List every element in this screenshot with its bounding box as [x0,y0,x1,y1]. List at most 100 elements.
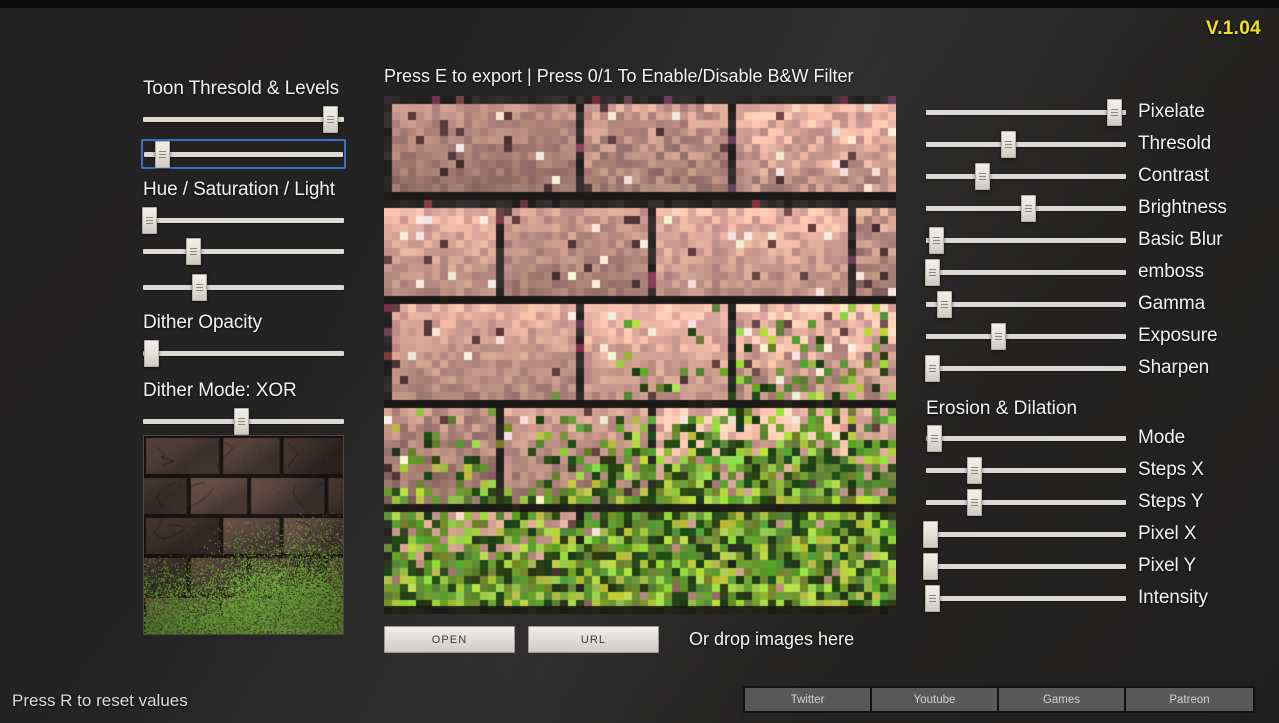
erosion-label: Steps X [1138,459,1204,480]
slider-track [143,285,344,290]
social-twitter-button[interactable]: Twitter [745,688,872,711]
slider-track [926,564,1126,569]
hue-slider[interactable] [142,207,344,234]
dither-opacity-slider[interactable] [143,340,344,367]
slider-handle[interactable] [927,425,942,452]
slider-handle[interactable] [967,457,982,484]
contrast-slider[interactable] [926,163,1126,190]
erosion-row-pixel-x: Pixel X [923,518,1266,550]
hsl-section-title: Hue / Saturation / Light [143,179,335,200]
filter-label: Pixelate [1138,101,1205,122]
steps-y-slider[interactable] [926,489,1126,516]
slider-track [926,174,1126,179]
intensity-slider[interactable] [925,585,1126,612]
pixel-x-slider[interactable] [923,521,1126,548]
sharpen-slider[interactable] [925,355,1126,382]
image-source-buttons: OPEN URL Or drop images here [384,626,854,653]
slider-track [926,468,1126,473]
erosion-dilation-title: Erosion & Dilation [926,398,1078,419]
slider-handle[interactable] [186,238,202,265]
pixel-y-slider[interactable] [923,553,1126,580]
slider-handle[interactable] [925,585,940,612]
reset-hint-text: Press R to reset values [12,691,188,710]
slider-handle[interactable] [1107,99,1122,126]
erosion-label: Pixel X [1138,523,1197,544]
slider-track [143,218,344,223]
filter-row-exposure: Exposure [926,320,1266,352]
slider-handle[interactable] [192,274,208,301]
filter-row-gamma: Gamma [926,288,1266,320]
slider-track [926,334,1126,339]
slider-track [926,302,1126,307]
slider-track [926,500,1126,505]
preview-canvas [384,96,896,614]
slider-handle[interactable] [142,207,158,234]
social-youtube-button[interactable]: Youtube [872,688,999,711]
social-patreon-button[interactable]: Patreon [1126,688,1253,711]
url-button[interactable]: URL [528,626,659,653]
slider-track [143,117,344,122]
filter-label: Sharpen [1138,357,1210,378]
exposure-slider[interactable] [926,323,1126,350]
brightness-slider[interactable] [926,195,1126,222]
erosion-row-mode: Mode [926,422,1266,454]
filter-row-thresold: Thresold [926,128,1266,160]
slider-handle[interactable] [1001,131,1016,158]
filter-label: Exposure [1138,325,1218,346]
slider-track [926,366,1126,371]
filter-label: Basic Blur [1138,229,1223,250]
dither-opacity-title: Dither Opacity [143,312,262,333]
slider-handle[interactable] [923,521,938,548]
slider-handle[interactable] [975,163,990,190]
filter-row-pixelate: Pixelate [926,96,1266,128]
dither-mode-slider[interactable] [143,408,344,435]
right-controls-panel: Pixelate Thresold Contrast Brightness Ba… [923,96,1266,614]
toon-levels-slider[interactable] [144,141,343,168]
slider-handle[interactable] [925,259,940,286]
filter-row-brightness: Brightness [926,192,1266,224]
gamma-slider[interactable] [926,291,1126,318]
thresold-slider[interactable] [926,131,1126,158]
app-root: V.1.04 Toon Thresold & Levels Hue / Satu… [0,0,1279,723]
slider-handle[interactable] [967,489,982,516]
slider-handle[interactable] [1021,195,1036,222]
slider-handle[interactable] [144,340,160,367]
processed-image-preview[interactable] [384,96,896,614]
slider-handle[interactable] [923,553,938,580]
slider-track [926,142,1126,147]
slider-handle[interactable] [929,227,944,254]
slider-handle[interactable] [937,291,952,318]
erosion-label: Mode [1138,427,1186,448]
erosion-row-intensity: Intensity [925,582,1266,614]
slider-track [926,596,1126,601]
filter-label: Brightness [1138,197,1227,218]
dither-mode-title: Dither Mode: XOR [143,380,297,401]
slider-track [926,436,1126,441]
left-controls-panel: Toon Thresold & Levels Hue / Saturation … [141,78,346,441]
window-topbar [0,0,1279,8]
slider-handle[interactable] [991,323,1006,350]
filter-row-contrast: Contrast [926,160,1266,192]
slider-track [926,270,1126,275]
filter-row-emboss: emboss [925,256,1266,288]
source-image-thumbnail[interactable] [143,435,344,635]
light-slider[interactable] [143,274,344,301]
steps-x-slider[interactable] [926,457,1126,484]
slider-handle[interactable] [154,141,170,168]
social-games-button[interactable]: Games [999,688,1126,711]
saturation-slider[interactable] [143,238,344,265]
emboss-slider[interactable] [925,259,1126,286]
mode-slider[interactable] [926,425,1126,452]
toon-threshold-slider[interactable] [143,106,344,133]
slider-handle[interactable] [234,408,250,435]
pixelate-slider[interactable] [926,99,1126,126]
basic-blur-slider[interactable] [926,227,1126,254]
slider-track [143,249,344,254]
slider-handle[interactable] [925,355,940,382]
slider-handle[interactable] [322,106,338,133]
erosion-row-pixel-y: Pixel Y [923,550,1266,582]
filter-label: emboss [1138,261,1204,282]
open-button[interactable]: OPEN [384,626,515,653]
toon-levels-slider-focus-ring [141,139,346,169]
erosion-label: Pixel Y [1138,555,1197,576]
